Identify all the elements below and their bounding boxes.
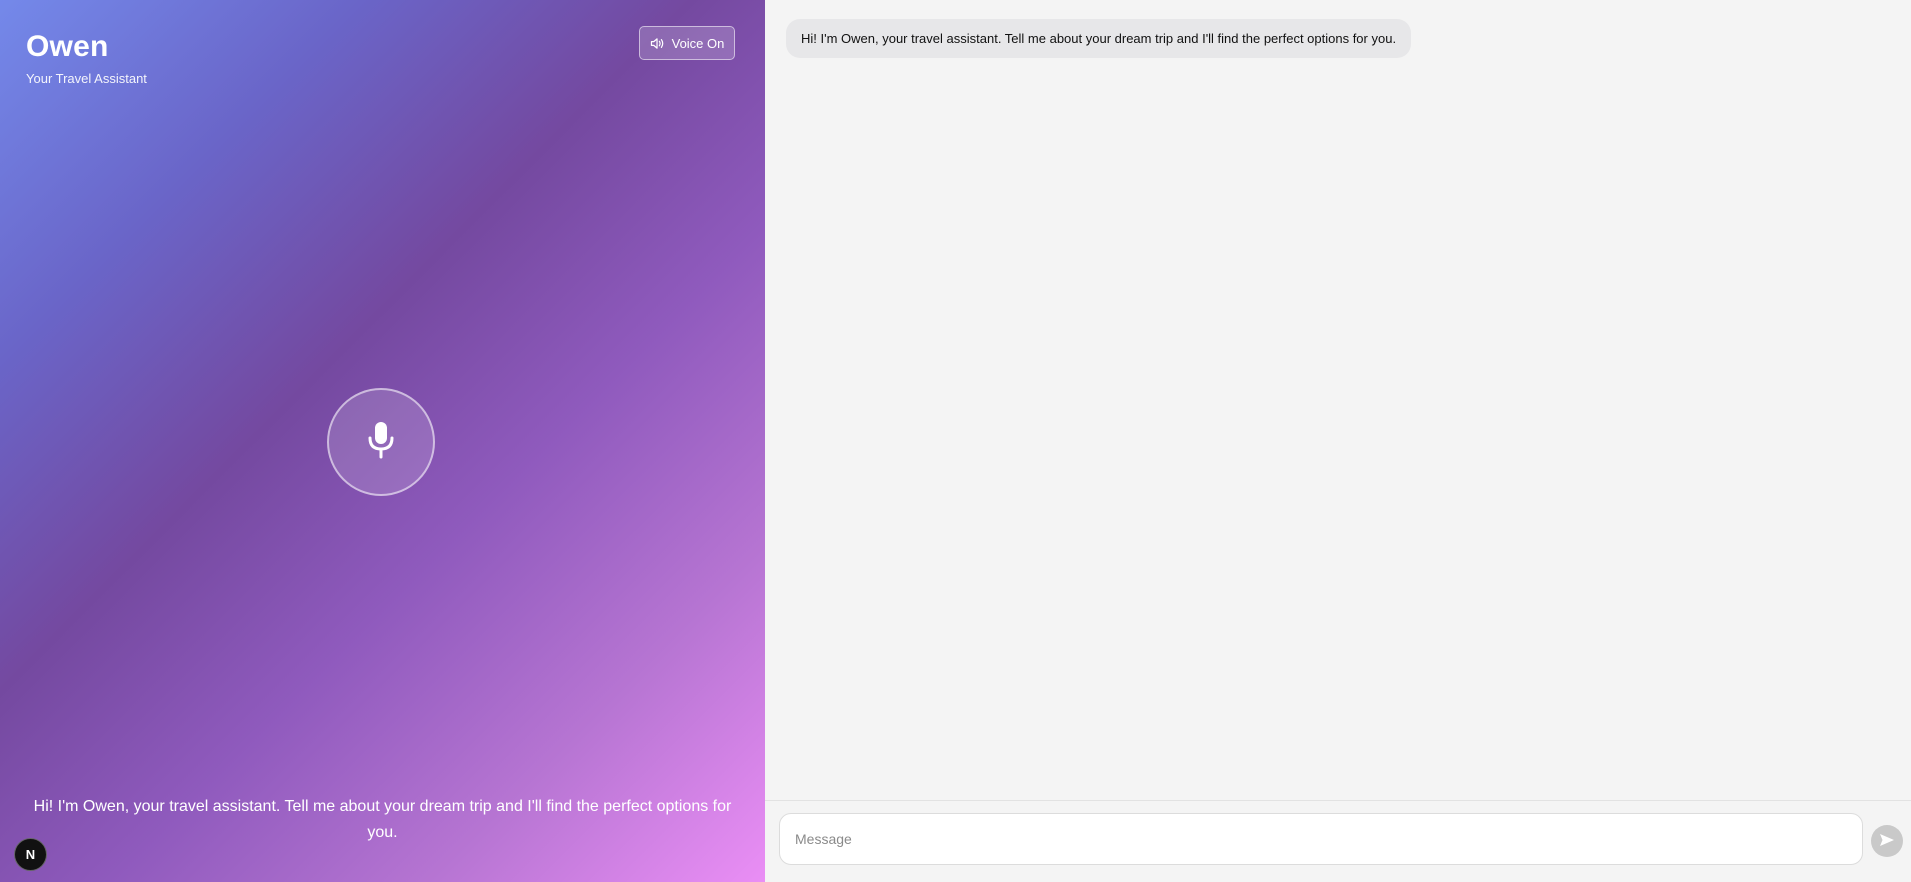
- composer: [765, 800, 1911, 882]
- assistant-subtitle: Your Travel Assistant: [26, 71, 147, 86]
- assistant-message-bubble: Hi! I'm Owen, your travel assistant. Tel…: [786, 19, 1412, 58]
- speaker-icon: [650, 37, 665, 50]
- mic-button[interactable]: [327, 388, 435, 496]
- chat-panel: Hi! I'm Owen, your travel assistant. Tel…: [765, 0, 1911, 882]
- voice-panel: Owen Your Travel Assistant Voice On Hi! …: [0, 0, 765, 882]
- app-root: Owen Your Travel Assistant Voice On Hi! …: [0, 0, 1911, 882]
- corner-badge-letter: N: [25, 847, 36, 862]
- send-button[interactable]: [1871, 825, 1903, 857]
- corner-badge-button[interactable]: N: [14, 838, 47, 871]
- microphone-icon: [366, 420, 396, 465]
- voice-transcript: Hi! I'm Owen, your travel assistant. Tel…: [33, 798, 732, 841]
- message-input[interactable]: [779, 813, 1863, 865]
- voice-toggle-button[interactable]: Voice On: [639, 26, 735, 60]
- assistant-name: Owen: [26, 30, 109, 63]
- send-icon: [1879, 833, 1895, 850]
- message-list: Hi! I'm Owen, your travel assistant. Tel…: [765, 0, 1911, 800]
- voice-toggle-label: Voice On: [671, 35, 725, 51]
